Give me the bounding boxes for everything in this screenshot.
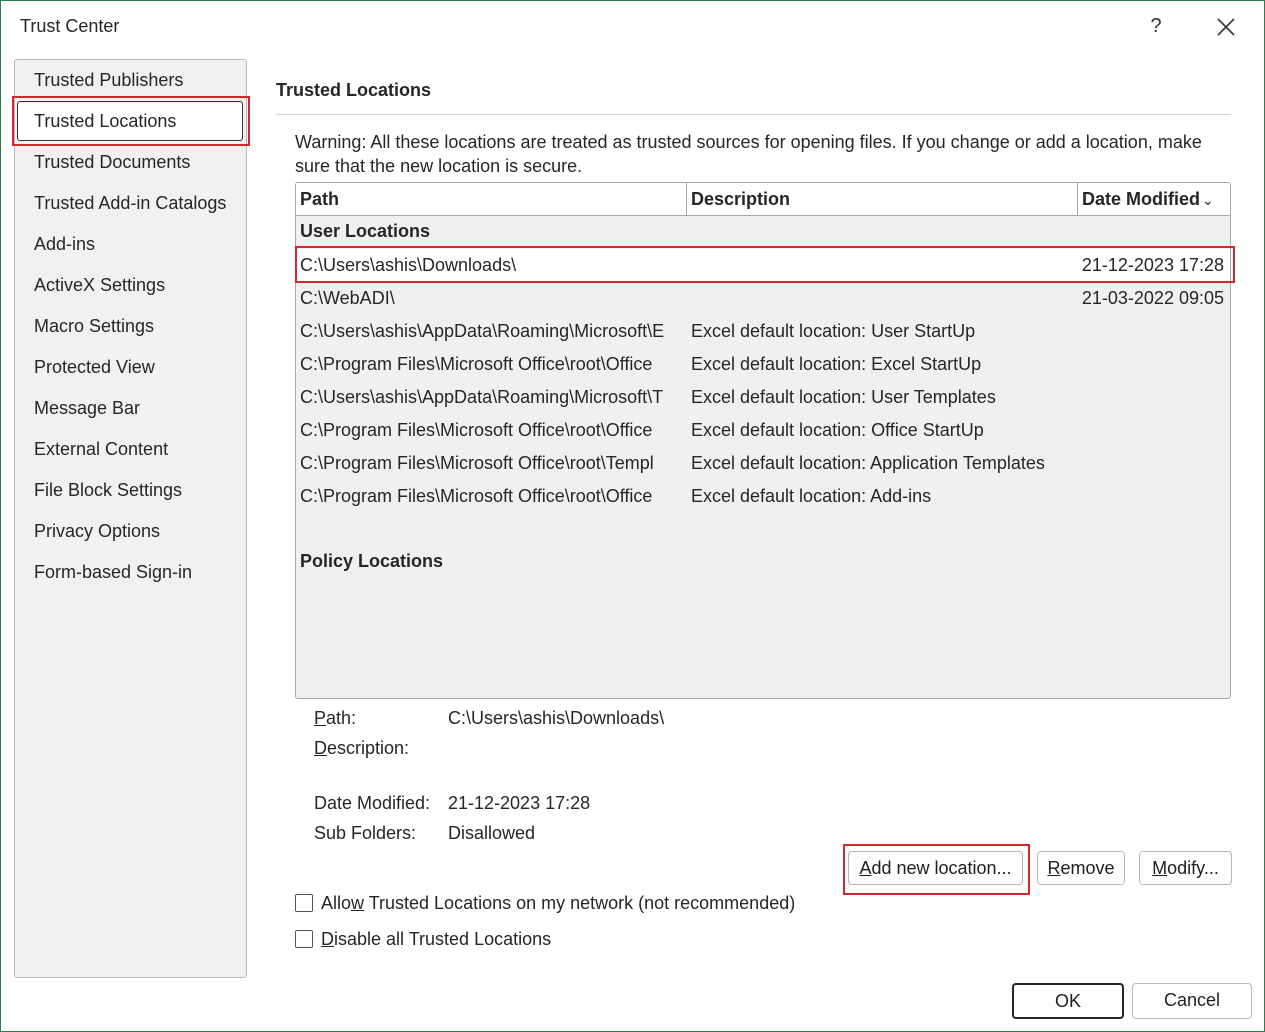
table-row[interactable]: C:\WebADI\ 21-03-2022 09:05: [296, 282, 1230, 315]
disable-all-checkbox-row[interactable]: Disable all Trusted Locations: [295, 929, 551, 950]
page-title: Trusted Locations: [276, 80, 432, 100]
cell-date: 21-12-2023 17:28: [1081, 255, 1224, 275]
column-header-date-modified[interactable]: Date Modified ⌄: [1078, 183, 1230, 215]
help-button[interactable]: ?: [1140, 10, 1172, 42]
warning-text: Warning: All these locations are treated…: [295, 132, 1202, 176]
cell-path: C:\Users\ashis\Downloads\: [300, 255, 517, 275]
cell-description: Excel default location: Application Temp…: [691, 453, 1045, 473]
detail-subfolders-label: Sub Folders:: [314, 823, 417, 843]
detail-description-label: Description:: [314, 738, 410, 758]
disable-all-checkbox[interactable]: [295, 930, 313, 948]
cell-path: C:\Program Files\Microsoft Office\root\T…: [300, 453, 654, 473]
detail-path-label: Path:: [314, 708, 357, 728]
cell-path: C:\Program Files\Microsoft Office\root\O…: [300, 420, 653, 440]
table-header: Path Description Date Modified ⌄: [296, 183, 1230, 216]
table-row[interactable]: C:\Users\ashis\Downloads\ 21-12-2023 17:…: [296, 249, 1230, 282]
sidebar-item-message-bar[interactable]: Message Bar: [34, 388, 244, 429]
cell-description: Excel default location: Add-ins: [691, 486, 932, 506]
cell-path: C:\Program Files\Microsoft Office\root\O…: [300, 354, 653, 374]
cell-description: Excel default location: Excel StartUp: [691, 354, 982, 374]
dialog-title: Trust Center: [20, 16, 120, 36]
allow-network-checkbox[interactable]: [295, 894, 313, 912]
cell-description: Excel default location: User StartUp: [691, 321, 976, 341]
title-divider: [276, 114, 1231, 115]
sidebar-item-external-content[interactable]: External Content: [34, 429, 244, 470]
column-header-path[interactable]: Path: [296, 183, 686, 215]
detail-path-value: C:\Users\ashis\Downloads\: [448, 708, 665, 728]
close-icon: [1217, 18, 1235, 36]
sidebar-item-trusted-addin-catalogs[interactable]: Trusted Add-in Catalogs: [34, 183, 244, 224]
cell-path: C:\Program Files\Microsoft Office\root\O…: [300, 486, 653, 506]
remove-button[interactable]: Remove: [1037, 851, 1125, 885]
locations-table: Path Description Date Modified ⌄ User Loc…: [295, 182, 1231, 699]
sidebar-item-activex-settings[interactable]: ActiveX Settings: [34, 265, 244, 306]
cell-date: 21-03-2022 09:05: [1081, 288, 1224, 308]
table-row[interactable]: C:\Users\ashis\AppData\Roaming\Microsoft…: [296, 315, 1230, 348]
sidebar-item-trusted-publishers[interactable]: Trusted Publishers: [34, 60, 244, 101]
close-button[interactable]: [1208, 10, 1242, 42]
sidebar-item-protected-view[interactable]: Protected View: [34, 347, 244, 388]
cell-description: Excel default location: Office StartUp: [691, 420, 984, 440]
table-row[interactable]: C:\Program Files\Microsoft Office\root\O…: [296, 480, 1230, 513]
detail-subfolders-value: Disallowed: [448, 823, 536, 843]
sidebar-item-file-block-settings[interactable]: File Block Settings: [34, 470, 244, 511]
sidebar-item-privacy-options[interactable]: Privacy Options: [34, 511, 244, 552]
table-row[interactable]: C:\Program Files\Microsoft Office\root\O…: [296, 348, 1230, 381]
table-row[interactable]: C:\Users\ashis\AppData\Roaming\Microsoft…: [296, 381, 1230, 414]
sidebar-item-form-based-sign-in[interactable]: Form-based Sign-in: [34, 552, 244, 593]
sidebar-item-macro-settings[interactable]: Macro Settings: [34, 306, 244, 347]
cell-description: Excel default location: User Templates: [691, 387, 996, 407]
modify-button[interactable]: Modify...: [1139, 851, 1232, 885]
group-user-locations: User Locations: [300, 221, 431, 241]
group-policy-locations: Policy Locations: [300, 551, 444, 571]
column-header-date-label: Date Modified: [1082, 189, 1201, 209]
cell-path: C:\WebADI\: [300, 288, 395, 308]
detail-date-label: Date Modified:: [314, 793, 431, 813]
cancel-button[interactable]: Cancel: [1132, 983, 1252, 1019]
detail-date-value: 21-12-2023 17:28: [448, 793, 591, 813]
table-row[interactable]: C:\Program Files\Microsoft Office\root\T…: [296, 447, 1230, 480]
add-new-location-button[interactable]: Add new location...: [848, 851, 1023, 885]
sidebar-item-trusted-documents[interactable]: Trusted Documents: [34, 142, 244, 183]
cell-path: C:\Users\ashis\AppData\Roaming\Microsoft…: [300, 387, 664, 407]
sidebar-item-trusted-locations[interactable]: Trusted Locations: [34, 101, 244, 142]
sidebar-item-addins[interactable]: Add-ins: [34, 224, 244, 265]
cell-path: C:\Users\ashis\AppData\Roaming\Microsoft…: [300, 321, 665, 341]
ok-button[interactable]: OK: [1012, 983, 1124, 1019]
table-row[interactable]: C:\Program Files\Microsoft Office\root\O…: [296, 414, 1230, 447]
allow-network-checkbox-row[interactable]: Allow Trusted Locations on my network (n…: [295, 893, 795, 914]
column-header-description[interactable]: Description: [687, 183, 1077, 215]
sort-chevron-icon: ⌄: [1202, 192, 1214, 208]
